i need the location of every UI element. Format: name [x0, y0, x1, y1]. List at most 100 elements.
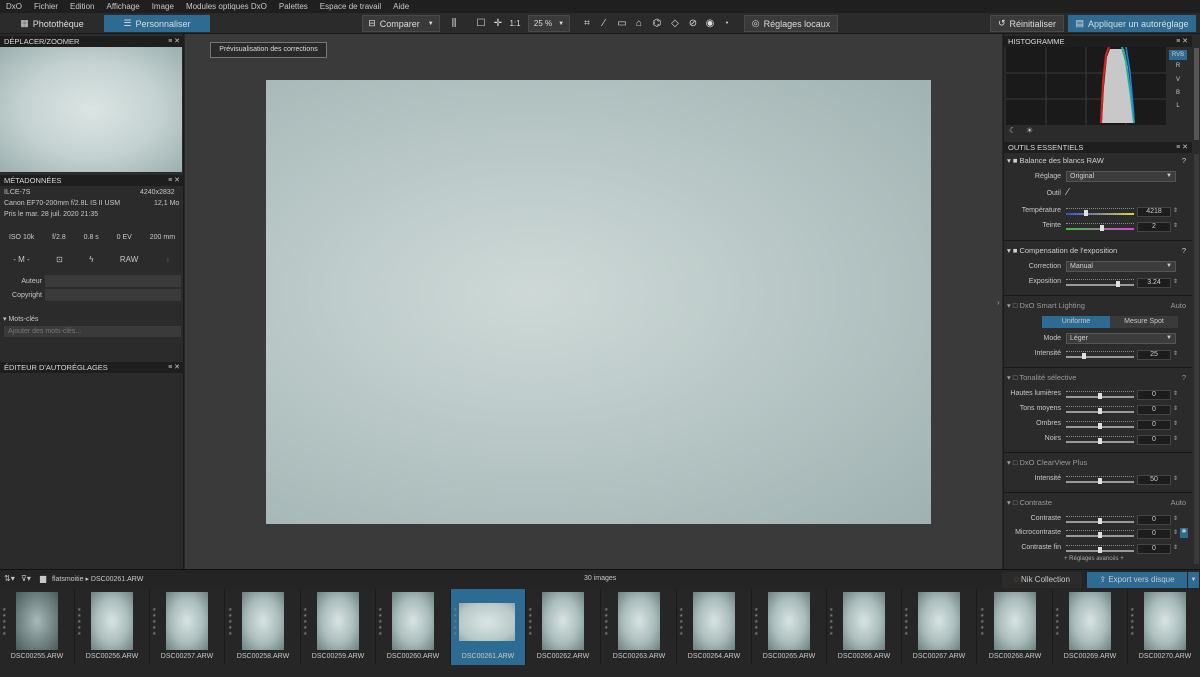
- clearview-section-header[interactable]: ▾ □ DxO ClearView Plus: [1004, 457, 1192, 468]
- highlights-slider[interactable]: [1066, 391, 1134, 399]
- help-icon[interactable]: ?: [1182, 372, 1186, 383]
- spinner-icon[interactable]: ⇕: [1173, 390, 1178, 397]
- thumbnail[interactable]: ★ ★ ★ ★ ★ DSC00255.ARW: [0, 589, 74, 665]
- highlights-value[interactable]: 0: [1137, 390, 1171, 400]
- preset-editor-header[interactable]: ÉDITEUR D'AUTORÉGLAGES ≡ ✕: [0, 362, 184, 373]
- thumbnail[interactable]: ★ ★ ★ ★ ★ DSC00256.ARW: [75, 589, 149, 665]
- highlight-clip-icon[interactable]: ☀: [1026, 126, 1033, 135]
- spot-weighted-button[interactable]: Mesure Spot: [1110, 316, 1178, 328]
- shadows-value[interactable]: 0: [1137, 420, 1171, 430]
- rating-stars-icon[interactable]: ★ ★ ★ ★ ★: [378, 607, 382, 637]
- rating-stars-icon[interactable]: ★ ★ ★ ★ ★: [1055, 607, 1059, 637]
- auto-toggle[interactable]: Auto: [1171, 300, 1186, 311]
- exposure-value[interactable]: 3.24: [1137, 278, 1171, 288]
- temperature-value[interactable]: 4218: [1137, 207, 1171, 217]
- exposure-slider[interactable]: [1066, 279, 1134, 287]
- microcontrast-value[interactable]: 0: [1137, 529, 1171, 539]
- uniform-button[interactable]: Uniforme: [1042, 316, 1110, 328]
- rating-stars-icon[interactable]: ★ ★ ★ ★ ★: [829, 607, 833, 637]
- dot-icon[interactable]: •: [720, 16, 734, 31]
- rating-stars-icon[interactable]: ★ ★ ★ ★ ★: [604, 607, 608, 637]
- navigator-preview[interactable]: [0, 47, 182, 172]
- magic-wand-icon[interactable]: ✱: [1180, 528, 1188, 538]
- menu-help[interactable]: Aide: [387, 2, 415, 11]
- sort-icon[interactable]: ⇅▾: [4, 574, 15, 583]
- blacks-slider[interactable]: [1066, 436, 1134, 444]
- scrollbar[interactable]: [1194, 48, 1199, 140]
- rating-stars-icon[interactable]: ★ ★ ★ ★ ★: [2, 607, 6, 637]
- rating-stars-icon[interactable]: ★ ★ ★ ★ ★: [77, 607, 81, 637]
- smart-mode-select[interactable]: Léger ▼: [1066, 333, 1176, 344]
- thumbnail[interactable]: ★ ★ ★ ★ ★ DSC00259.ARW: [301, 589, 375, 665]
- spinner-icon[interactable]: ⇕: [1173, 207, 1178, 214]
- thumbnail[interactable]: ★ ★ ★ ★ ★ DSC00261.ARW: [451, 589, 525, 665]
- main-image[interactable]: [266, 80, 931, 524]
- rating-stars-icon[interactable]: ★ ★ ★ ★ ★: [754, 607, 758, 637]
- export-options-button[interactable]: ▼: [1188, 572, 1199, 588]
- rating-stars-icon[interactable]: ★ ★ ★ ★ ★: [528, 607, 532, 637]
- smart-lighting-section-header[interactable]: ▾ □ DxO Smart Lighting Auto: [1004, 300, 1192, 311]
- exposure-correction-select[interactable]: Manual ▼: [1066, 261, 1176, 272]
- rating-stars-icon[interactable]: ★ ★ ★ ★ ★: [152, 607, 156, 637]
- menu-image[interactable]: Image: [146, 2, 180, 11]
- panel-controls-icon[interactable]: ≡ ✕: [168, 175, 180, 186]
- spinner-icon[interactable]: ⇕: [1173, 544, 1178, 551]
- temperature-slider[interactable]: [1066, 208, 1134, 216]
- crop-icon[interactable]: ⌗: [580, 16, 594, 31]
- rating-stars-icon[interactable]: ★ ★ ★ ★ ★: [303, 607, 307, 637]
- menu-palettes[interactable]: Palettes: [273, 2, 314, 11]
- shadows-slider[interactable]: [1066, 421, 1134, 429]
- spinner-icon[interactable]: ⇕: [1173, 350, 1178, 357]
- thumbnail[interactable]: ★ ★ ★ ★ ★ DSC00264.ARW: [677, 589, 751, 665]
- clearview-intensity-slider[interactable]: [1066, 476, 1134, 484]
- tint-value[interactable]: 2: [1137, 222, 1171, 232]
- contrast-slider[interactable]: [1066, 516, 1134, 524]
- filter-icon[interactable]: ⊽▾: [21, 574, 31, 583]
- thumbnail[interactable]: ★ ★ ★ ★ ★ DSC00265.ARW: [752, 589, 826, 665]
- essential-tools-header[interactable]: OUTILS ESSENTIELS ≡ ✕: [1004, 142, 1192, 153]
- smart-intensity-slider[interactable]: [1066, 351, 1134, 359]
- spinner-icon[interactable]: ⇕: [1173, 405, 1178, 412]
- spinner-icon[interactable]: ⇕: [1173, 278, 1178, 285]
- panel-controls-icon[interactable]: ≡ ✕: [1176, 36, 1188, 47]
- midtones-value[interactable]: 0: [1137, 405, 1171, 415]
- author-field[interactable]: [45, 275, 181, 287]
- blacks-value[interactable]: 0: [1137, 435, 1171, 445]
- tab-library[interactable]: ▦ Photothèque: [0, 15, 104, 32]
- keywords-header[interactable]: ▾ Mots-clés: [3, 315, 38, 323]
- menu-edit[interactable]: Edition: [64, 2, 100, 11]
- fine-contrast-value[interactable]: 0: [1137, 544, 1171, 554]
- breadcrumb[interactable]: flatsmoitie ▸ DSC00261.ARW: [52, 575, 143, 583]
- channel-r[interactable]: R: [1169, 63, 1187, 69]
- smart-intensity-value[interactable]: 25: [1137, 350, 1171, 360]
- tint-slider[interactable]: [1066, 223, 1134, 231]
- move-icon[interactable]: ✛: [491, 16, 505, 31]
- reset-button[interactable]: ↺ Réinitialiser: [990, 15, 1064, 32]
- channel-g[interactable]: V: [1169, 77, 1187, 83]
- apply-preset-button[interactable]: ▤ Appliquer un autoréglage: [1068, 15, 1196, 32]
- keywords-input[interactable]: Ajouter des mots-clés...: [4, 326, 181, 337]
- nik-collection-button[interactable]: ◌ Nik Collection: [1002, 572, 1082, 588]
- thumbnail[interactable]: ★ ★ ★ ★ ★ DSC00258.ARW: [226, 589, 300, 665]
- rating-stars-icon[interactable]: ★ ★ ★ ★ ★: [228, 607, 232, 637]
- panel-controls-icon[interactable]: ≡ ✕: [168, 362, 180, 373]
- rating-stars-icon[interactable]: ★ ★ ★ ★ ★: [904, 607, 908, 637]
- channel-b[interactable]: B: [1169, 90, 1187, 96]
- clearview-intensity-value[interactable]: 50: [1137, 475, 1171, 485]
- spinner-icon[interactable]: ⇕: [1173, 529, 1178, 536]
- eye-icon[interactable]: ◉: [703, 16, 717, 31]
- midtones-slider[interactable]: [1066, 406, 1134, 414]
- split-view-icon[interactable]: ⫼: [447, 16, 461, 31]
- panel-controls-icon[interactable]: ≡ ✕: [1176, 142, 1188, 153]
- rating-stars-icon[interactable]: ★ ★ ★ ★ ★: [1130, 607, 1134, 637]
- compare-button[interactable]: ⊟ Comparer ▼: [362, 15, 440, 32]
- help-icon[interactable]: ?: [1182, 155, 1186, 166]
- fine-contrast-slider[interactable]: [1066, 545, 1134, 553]
- zoom-1-1-button[interactable]: 1:1: [508, 15, 522, 32]
- thumbnail[interactable]: ★ ★ ★ ★ ★ DSC00263.ARW: [602, 589, 676, 665]
- rating-stars-icon[interactable]: ★ ★ ★ ★ ★: [453, 607, 457, 637]
- spinner-icon[interactable]: ⇕: [1173, 222, 1178, 229]
- shadow-clip-icon[interactable]: ☾: [1009, 126, 1016, 135]
- thumbnail[interactable]: ★ ★ ★ ★ ★ DSC00270.ARW: [1128, 589, 1200, 665]
- contrast-value[interactable]: 0: [1137, 515, 1171, 525]
